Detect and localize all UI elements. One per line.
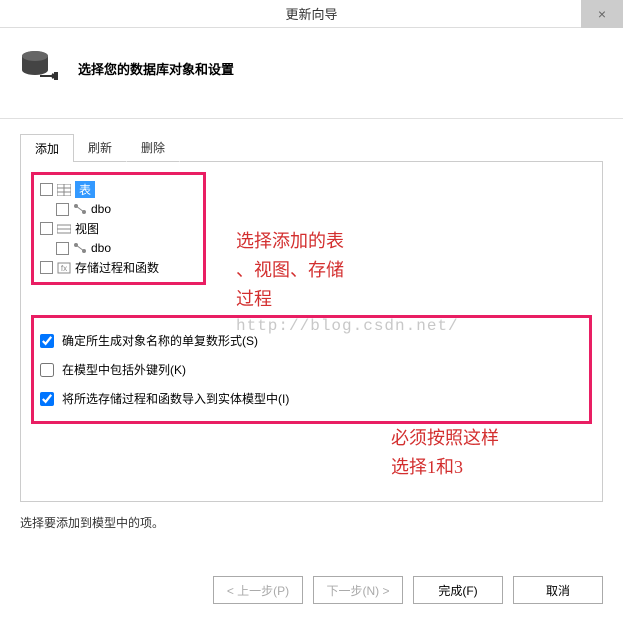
watermark-text: http://blog.csdn.net/ [236, 317, 459, 335]
tab-panel: 表 dbo 视图 dbo fx 存储过程和函数 [20, 162, 603, 502]
checkbox-views[interactable] [40, 222, 53, 235]
checkbox-tables[interactable] [40, 183, 53, 196]
prev-button: < 上一步(P) [213, 576, 303, 604]
option-label: 确定所生成对象名称的单复数形式(S) [62, 332, 258, 349]
option-import-sprocs[interactable]: 将所选存储过程和函数导入到实体模型中(I) [40, 384, 583, 413]
checkbox-views-dbo[interactable] [56, 242, 69, 255]
checkbox-foreign-keys[interactable] [40, 363, 54, 377]
tab-strip: 添加 刷新 删除 [20, 133, 603, 162]
option-foreign-keys[interactable]: 在模型中包括外键列(K) [40, 355, 583, 384]
button-bar: < 上一步(P) 下一步(N) > 完成(F) 取消 [213, 576, 603, 604]
annotation-line: 过程 [236, 285, 344, 314]
tab-add[interactable]: 添加 [20, 134, 74, 162]
next-button: 下一步(N) > [313, 576, 403, 604]
tree-label-sprocs: 存储过程和函数 [75, 259, 159, 276]
title-bar: 更新向导 × [0, 0, 623, 28]
checkbox-import-sprocs[interactable] [40, 392, 54, 406]
close-button[interactable]: × [581, 0, 623, 28]
tab-delete[interactable]: 删除 [126, 133, 180, 162]
option-label: 在模型中包括外键列(K) [62, 361, 186, 378]
database-icon [20, 48, 60, 88]
checkbox-pluralize[interactable] [40, 334, 54, 348]
schema-icon [73, 242, 87, 254]
tree-node-views-dbo[interactable]: dbo [56, 239, 197, 257]
window-title: 更新向导 [285, 4, 337, 23]
annotation-tree: 选择添加的表 、视图、存储 过程 [236, 227, 344, 313]
hint-text: 选择要添加到模型中的项。 [20, 514, 603, 531]
sproc-icon: fx [57, 262, 71, 274]
tree-label-tables-dbo: dbo [91, 202, 111, 216]
annotation-line: 选择1和3 [391, 453, 499, 482]
tree-node-sprocs[interactable]: fx 存储过程和函数 [40, 257, 197, 278]
tree-node-views[interactable]: 视图 [40, 218, 197, 239]
schema-icon [73, 203, 87, 215]
tree-label-views: 视图 [75, 220, 99, 237]
tree-label-views-dbo: dbo [91, 241, 111, 255]
option-label: 将所选存储过程和函数导入到实体模型中(I) [62, 390, 289, 407]
tree-label-tables: 表 [75, 181, 95, 198]
close-icon: × [598, 6, 606, 22]
annotation-line: 、视图、存储 [236, 256, 344, 285]
table-icon [57, 184, 71, 196]
tree-node-tables[interactable]: 表 [40, 179, 197, 200]
tree-highlight-box: 表 dbo 视图 dbo fx 存储过程和函数 [31, 172, 206, 285]
cancel-button[interactable]: 取消 [513, 576, 603, 604]
wizard-header: 选择您的数据库对象和设置 [0, 28, 623, 119]
tab-refresh[interactable]: 刷新 [73, 133, 127, 162]
svg-text:fx: fx [61, 264, 67, 273]
finish-button[interactable]: 完成(F) [413, 576, 503, 604]
tree-node-tables-dbo[interactable]: dbo [56, 200, 197, 218]
annotation-options: 必须按照这样 选择1和3 [391, 424, 499, 482]
view-icon [57, 223, 71, 235]
annotation-line: 选择添加的表 [236, 227, 344, 256]
annotation-line: 必须按照这样 [391, 424, 499, 453]
content-area: 添加 刷新 删除 表 dbo 视图 dbo [0, 119, 623, 541]
header-text: 选择您的数据库对象和设置 [78, 59, 234, 78]
checkbox-sprocs[interactable] [40, 261, 53, 274]
checkbox-tables-dbo[interactable] [56, 203, 69, 216]
